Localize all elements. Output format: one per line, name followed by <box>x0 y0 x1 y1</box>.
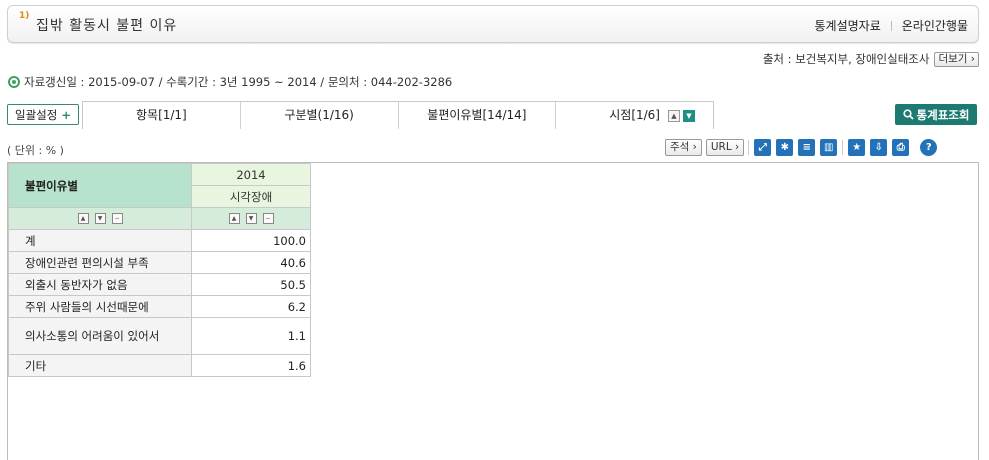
row-label: 기타 <box>8 354 192 377</box>
online-publication-link[interactable]: 온라인간행물 <box>902 17 968 34</box>
divider <box>842 140 844 155</box>
divider <box>890 20 892 31</box>
cell-value: 6.2 <box>191 295 311 318</box>
collapse-icon[interactable]: − <box>111 213 123 224</box>
row-label: 외출시 동반자가 없음 <box>8 273 192 296</box>
table-panel: 불편이유별 2014 시각장애 ▲ ▼ − ▲ ▼ − 계 100.0 장애인관… <box>7 162 979 460</box>
chevron-down-icon[interactable]: ▼ <box>683 110 695 122</box>
tab-category[interactable]: 구분별(1/16) <box>241 102 399 129</box>
title-bar: 1) 집밖 활동시 불편 이유 통계설명자료 온라인간행물 <box>7 5 979 43</box>
dimension-tabs: 항목[1/1] 구분별(1/16) 불편이유별[14/14] 시점[1/6] ▲… <box>82 101 714 129</box>
tab-period[interactable]: 시점[1/6] ▲ ▼ <box>556 102 713 129</box>
info-text: 자료갱신일 : 2015-09-07 / 수록기간 : 3년 1995 ~ 20… <box>24 75 453 89</box>
row-label: 의사소통의 어려움이 있어서 <box>8 317 192 355</box>
stat-description-link[interactable]: 통계설명자료 <box>815 17 881 34</box>
tab-category-label: 구분별(1/16) <box>284 108 354 122</box>
tab-period-label: 시점[1/6] <box>609 108 660 122</box>
stats-table-query-button[interactable]: 통계표조회 <box>895 104 977 125</box>
divider <box>748 140 750 155</box>
table-row: 외출시 동반자가 없음 50.5 <box>8 273 311 296</box>
tab-arrows: ▲ ▼ <box>665 110 695 122</box>
source-line: 출처 : 보건복지부, 장애인실태조사 더보기 › <box>763 51 979 67</box>
collapse-icon[interactable]: − <box>262 213 274 224</box>
print-icon[interactable]: ⎙ <box>892 139 910 156</box>
bulk-settings-label: 일괄설정 <box>15 107 58 122</box>
document-icon[interactable]: ≡ <box>798 139 816 156</box>
year-header: 2014 <box>191 163 311 186</box>
sort-down-icon[interactable]: ▼ <box>94 213 106 224</box>
table-row: 주위 사람들의 시선때문에 6.2 <box>8 295 311 318</box>
radio-dot-icon <box>8 76 20 88</box>
info-line: 자료갱신일 : 2015-09-07 / 수록기간 : 3년 1995 ~ 20… <box>8 74 452 90</box>
cell-value: 40.6 <box>191 251 311 274</box>
cell-value: 1.6 <box>191 354 311 377</box>
page-title: 집밖 활동시 불편 이유 <box>36 18 178 34</box>
download-icon[interactable]: ⇩ <box>870 139 888 156</box>
data-table: 불편이유별 2014 시각장애 ▲ ▼ − ▲ ▼ − 계 100.0 장애인관… <box>8 163 311 377</box>
sort-up-icon[interactable]: ▲ <box>77 213 89 224</box>
help-icon[interactable]: ? <box>920 139 938 156</box>
chevron-up-icon[interactable]: ▲ <box>668 110 680 122</box>
row-label: 장애인관련 편의시설 부족 <box>8 251 192 274</box>
title-number: 1) <box>19 11 30 21</box>
note-label: 주석 <box>670 141 690 153</box>
row-sort-controls: ▲ ▼ − <box>8 207 192 230</box>
sort-up-icon[interactable]: ▲ <box>228 213 240 224</box>
plus-icon: + <box>61 107 71 122</box>
note-button[interactable]: 주석 › <box>665 139 702 156</box>
tab-reason[interactable]: 불편이유별[14/14] <box>399 102 557 129</box>
title-links: 통계설명자료 온라인간행물 <box>815 17 969 34</box>
expand-icon[interactable]: ⤢ <box>754 139 772 156</box>
more-button[interactable]: 더보기 › <box>934 51 979 67</box>
url-label: URL <box>710 141 732 153</box>
row-header: 불편이유별 <box>8 163 192 208</box>
cell-value: 100.0 <box>191 229 311 252</box>
bulk-settings-button[interactable]: 일괄설정 + <box>7 104 79 125</box>
toolbar: 주석 › URL › ⤢ ✱ ≡ ▥ ★ ⇩ ⎙ ? <box>665 138 942 157</box>
sort-down-icon[interactable]: ▼ <box>245 213 257 224</box>
gear-icon[interactable]: ✱ <box>776 139 794 156</box>
column-header: 시각장애 <box>191 185 311 208</box>
cell-value: 50.5 <box>191 273 311 296</box>
bar-chart-icon[interactable]: ▥ <box>820 139 838 156</box>
star-icon[interactable]: ★ <box>848 139 866 156</box>
table-row: 계 100.0 <box>8 229 311 252</box>
stats-table-query-label: 통계표조회 <box>916 107 970 122</box>
tab-reason-label: 불편이유별[14/14] <box>427 108 527 122</box>
source-text: 출처 : 보건복지부, 장애인실태조사 <box>762 52 930 66</box>
table-row: 기타 1.6 <box>8 354 311 377</box>
cell-value: 1.1 <box>191 317 311 355</box>
sort-controls-row: ▲ ▼ − ▲ ▼ − <box>8 207 311 230</box>
table-row: 장애인관련 편의시설 부족 40.6 <box>8 251 311 274</box>
col-sort-controls: ▲ ▼ − <box>191 207 311 230</box>
unit-label: ( 단위 : % ) <box>7 144 64 157</box>
search-icon <box>902 109 914 120</box>
more-label: 더보기 <box>938 52 968 65</box>
tab-item[interactable]: 항목[1/1] <box>83 102 241 129</box>
row-label: 계 <box>8 229 192 252</box>
url-button[interactable]: URL › <box>705 139 745 156</box>
row-label: 주위 사람들의 시선때문에 <box>8 295 192 318</box>
table-row: 의사소통의 어려움이 있어서 1.1 <box>8 317 311 355</box>
tab-item-label: 항목[1/1] <box>135 108 187 122</box>
